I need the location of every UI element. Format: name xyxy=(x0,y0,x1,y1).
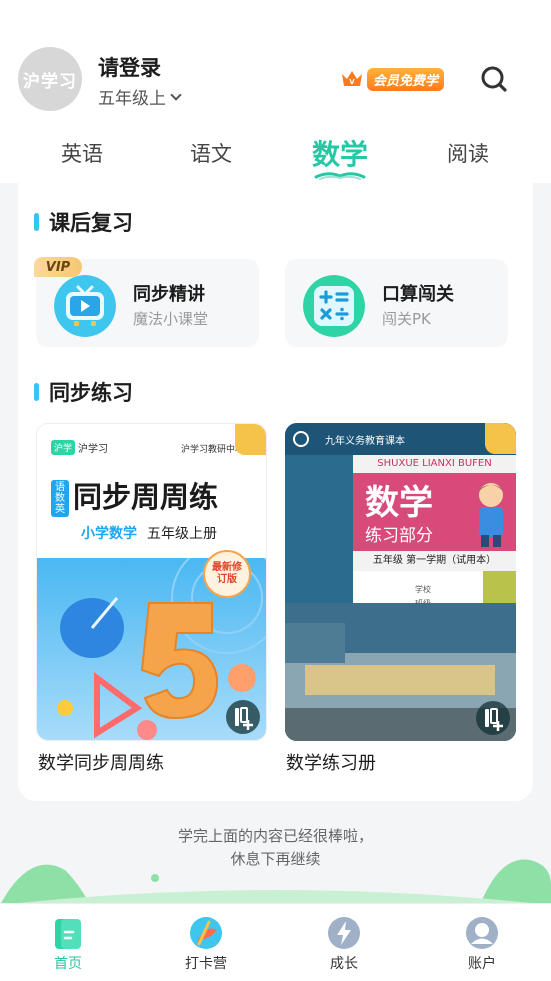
section-practice: 同步练习 xyxy=(34,377,133,407)
subject-tabs: 英语 语文 数学 阅读 xyxy=(0,130,551,182)
tv-icon xyxy=(54,275,116,337)
lightning-icon xyxy=(328,917,360,949)
chevron-down-icon xyxy=(170,88,182,101)
tab-math[interactable]: 数学 xyxy=(312,133,368,173)
add-book-icon[interactable] xyxy=(476,701,510,735)
svg-text:V: V xyxy=(349,78,355,86)
book-label[interactable]: 数学同步周周练 xyxy=(38,749,164,775)
math-operators-icon xyxy=(303,275,365,337)
cover-subtitle: 小学数学 五年级上册 xyxy=(81,523,217,543)
module-subtitle: 魔法小课堂 xyxy=(133,310,209,328)
nav-label: 账户 xyxy=(468,956,496,972)
cover-badge: 最新修订版 xyxy=(203,550,251,598)
nav-growth[interactable]: 成长 xyxy=(294,904,394,981)
bottom-nav: 首页 打卡营 成长 账户 xyxy=(0,903,551,981)
nav-home[interactable]: 首页 xyxy=(18,904,118,981)
tab-reading[interactable]: 阅读 xyxy=(447,138,489,168)
publisher-logo xyxy=(293,431,309,447)
book-cover-workbook[interactable]: 九年义务教育课本 SHUXUE LIANXI BUFEN 数学 练习部分 五年级… xyxy=(285,423,516,741)
nav-label: 成长 xyxy=(330,956,358,972)
vip-badge: VIP xyxy=(34,257,82,277)
tab-active-indicator xyxy=(314,172,366,180)
section-review: 课后复习 xyxy=(34,207,133,237)
checkin-flag-icon xyxy=(190,917,222,949)
cover-title-block: 数学 练习部分 xyxy=(353,473,516,551)
vip-free-label: 会员免费学 xyxy=(367,67,445,91)
nav-account[interactable]: 账户 xyxy=(432,904,532,981)
cover-grade: 五年级上册 xyxy=(147,526,217,542)
module-subtitle: 闯关PK xyxy=(382,310,431,328)
grade-label: 五年级上 xyxy=(98,89,166,109)
cover-brand: 沪学 沪学习 xyxy=(51,440,108,455)
cover-edition: 五年级 第一学期（试用本） xyxy=(353,551,516,571)
cover-subtitle: 练习部分 xyxy=(365,526,433,546)
crown-icon: V xyxy=(342,71,362,86)
nav-label: 首页 xyxy=(54,956,82,972)
tab-english[interactable]: 英语 xyxy=(61,138,103,168)
nav-label: 打卡营 xyxy=(185,956,227,972)
cover-pinyin: SHUXUE LIANXI BUFEN xyxy=(353,455,516,473)
user-icon xyxy=(466,917,498,949)
section-title: 课后复习 xyxy=(49,211,133,235)
brand-logo: 沪学 xyxy=(51,440,76,455)
module-title: 同步精讲 xyxy=(133,284,205,305)
module-sync-lecture[interactable]: VIP 同步精讲 魔法小课堂 xyxy=(34,257,259,347)
module-mental-math[interactable]: 口算闯关 闯关PK xyxy=(285,259,508,347)
cover-side-tag: 语数英 xyxy=(51,480,69,517)
header: 沪学习 请登录 五年级上 V 会员免费学 英语 语文 数学 阅读 xyxy=(0,0,551,183)
vip-free-banner[interactable]: V 会员免费学 xyxy=(341,67,445,91)
module-title: 口算闯关 xyxy=(382,284,454,305)
search-icon[interactable] xyxy=(480,65,508,93)
hills-decoration xyxy=(0,859,551,905)
grade-selector[interactable]: 五年级上 xyxy=(98,84,182,109)
add-book-icon[interactable] xyxy=(226,700,260,734)
section-bar xyxy=(34,383,39,401)
cover-series: 九年义务教育课本 xyxy=(325,436,405,447)
home-book-icon xyxy=(55,919,81,949)
boy-illustration xyxy=(479,483,503,547)
cover-title: 数学 xyxy=(365,483,433,523)
form-field: 学校 xyxy=(415,585,431,594)
cover-subject: 小学数学 xyxy=(81,526,137,542)
avatar[interactable]: 沪学习 xyxy=(18,47,82,111)
cover-title: 同步周周练 xyxy=(73,480,219,514)
login-button[interactable]: 请登录 xyxy=(98,52,161,82)
book-cover-weekly[interactable]: 沪学 沪学习 沪学习教研中心 语数英 同步周周练 小学数学 五年级上册 最新修订… xyxy=(36,423,267,741)
hand-badge-icon xyxy=(485,423,516,454)
content-card: 课后复习 VIP 同步精讲 魔法小课堂 口算闯关 闯关PK 同步练习 沪学 沪学… xyxy=(18,183,533,801)
tab-chinese[interactable]: 语文 xyxy=(190,138,232,168)
book-label[interactable]: 数学练习册 xyxy=(286,749,376,775)
section-title: 同步练习 xyxy=(49,381,133,405)
section-bar xyxy=(34,213,39,231)
footer-tip-line1: 学完上面的内容已经很棒啦， xyxy=(177,827,373,845)
cover-brand-text: 沪学习 xyxy=(78,444,109,455)
nav-checkin[interactable]: 打卡营 xyxy=(156,904,256,981)
hand-badge-icon xyxy=(235,424,266,455)
